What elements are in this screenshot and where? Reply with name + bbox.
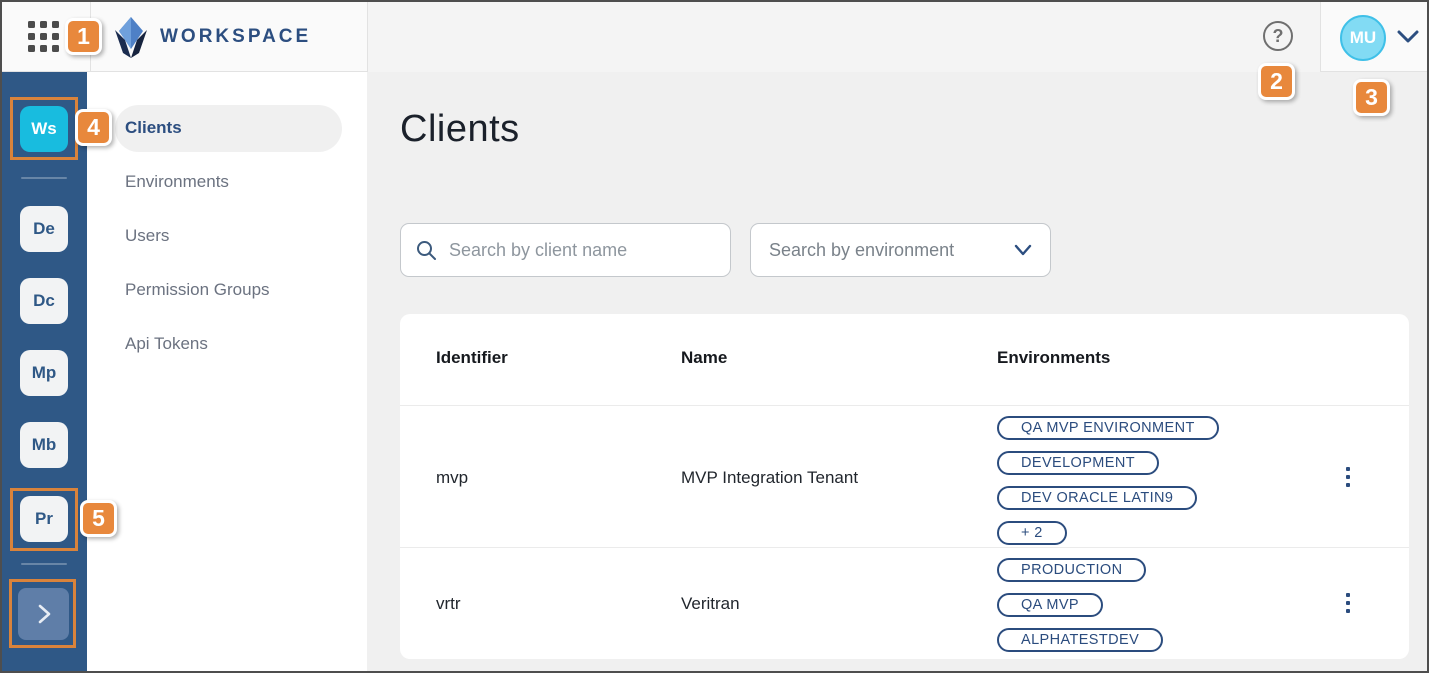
environment-filter-placeholder: Search by environment: [769, 240, 954, 261]
row-actions-button[interactable]: [1335, 590, 1361, 616]
client-name: Veritran: [681, 594, 740, 614]
help-icon: ?: [1273, 26, 1284, 46]
column-header-identifier: Identifier: [436, 348, 508, 368]
clients-table: Identifier Name Environments mvp MVP Int…: [400, 314, 1409, 659]
search-icon: [415, 239, 437, 261]
annotation-1: 1: [65, 18, 102, 55]
row-actions-button[interactable]: [1335, 464, 1361, 490]
environment-more-badge[interactable]: + 2: [997, 521, 1067, 545]
annotation-box-expand: [9, 579, 76, 648]
nav-item-permission-groups[interactable]: Permission Groups: [125, 278, 270, 302]
apps-grid-icon[interactable]: [28, 21, 62, 55]
app-window: WORKSPACE ? MU Ws De Dc Mp Mb Pr: [0, 0, 1429, 673]
sidebar-tile-mb[interactable]: Mb: [20, 422, 68, 468]
environment-filter-select[interactable]: Search by environment: [750, 223, 1051, 277]
environment-badges: QA MVP ENVIRONMENT DEVELOPMENT DEV ORACL…: [997, 416, 1219, 545]
client-identifier: mvp: [436, 468, 468, 488]
nav-item-clients[interactable]: Clients: [125, 116, 182, 140]
user-menu-chevron-icon[interactable]: [1396, 28, 1420, 47]
client-identifier: vrtr: [436, 594, 461, 614]
main-content: Clients Search by environment Identifier…: [367, 72, 1429, 673]
sidebar-tile-de[interactable]: De: [20, 206, 68, 252]
top-bar-divider: [1320, 2, 1321, 72]
client-search-input[interactable]: [449, 240, 716, 261]
page-title: Clients: [400, 108, 520, 151]
chevron-down-icon: [1014, 244, 1032, 256]
table-header-row: Identifier Name Environments: [400, 314, 1409, 405]
help-button[interactable]: ?: [1263, 21, 1293, 51]
kebab-icon: [1346, 593, 1350, 597]
top-bar: WORKSPACE ? MU: [2, 2, 1427, 72]
column-header-environments: Environments: [997, 348, 1110, 368]
column-header-name: Name: [681, 348, 727, 368]
environment-badge: QA MVP: [997, 593, 1103, 617]
section-nav: Clients Environments Users Permission Gr…: [87, 72, 367, 673]
annotation-5: 5: [80, 500, 117, 537]
nav-item-users[interactable]: Users: [125, 224, 169, 248]
client-search-box: [400, 223, 731, 277]
avatar-initials: MU: [1350, 28, 1376, 47]
environment-badge: QA MVP ENVIRONMENT: [997, 416, 1219, 440]
annotation-box-pr: [10, 488, 78, 551]
sidebar-divider: [21, 177, 67, 179]
table-row: mvp MVP Integration Tenant QA MVP ENVIRO…: [400, 405, 1409, 547]
table-row: vrtr Veritran PRODUCTION QA MVP ALPHATES…: [400, 547, 1409, 659]
sidebar-tile-mp[interactable]: Mp: [20, 350, 68, 396]
environment-badge: DEVELOPMENT: [997, 451, 1159, 475]
annotation-2: 2: [1258, 63, 1295, 100]
sidebar-divider: [21, 563, 67, 565]
nav-item-api-tokens[interactable]: Api Tokens: [125, 332, 208, 356]
annotation-box-ws: [10, 97, 78, 160]
environment-badge: ALPHATESTDEV: [997, 628, 1163, 652]
brand-title: WORKSPACE: [160, 2, 311, 72]
sidebar-tile-dc[interactable]: Dc: [20, 278, 68, 324]
environment-badges: PRODUCTION QA MVP ALPHATESTDEV: [997, 558, 1163, 652]
nav-item-environments[interactable]: Environments: [125, 170, 229, 194]
annotation-4: 4: [75, 109, 112, 146]
top-bar-middle-section: [367, 2, 1320, 72]
annotation-3: 3: [1353, 79, 1390, 116]
user-avatar[interactable]: MU: [1340, 15, 1386, 61]
environment-badge: DEV ORACLE LATIN9: [997, 486, 1197, 510]
workspace-logo-icon: [112, 16, 150, 60]
kebab-icon: [1346, 467, 1350, 471]
top-bar-divider: [367, 2, 368, 72]
environment-badge: PRODUCTION: [997, 558, 1146, 582]
client-name: MVP Integration Tenant: [681, 468, 858, 488]
